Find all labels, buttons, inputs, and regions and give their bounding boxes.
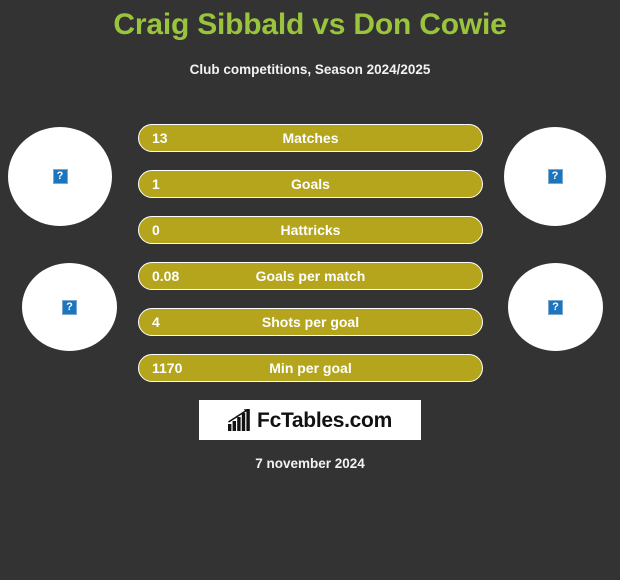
generated-date: 7 november 2024 <box>255 456 365 471</box>
broken-image-icon: ? <box>547 169 563 184</box>
stats-bar-list: 13 Matches 1 Goals 0 Hattricks 0.08 Goal… <box>138 124 483 400</box>
stat-label: Goals <box>291 176 330 192</box>
stat-row-shots-per-goal: 4 Shots per goal <box>138 308 483 336</box>
stat-row-goals: 1 Goals <box>138 170 483 198</box>
avatar-away-player: ? <box>504 127 606 226</box>
fctables-logo[interactable]: FcTables.com <box>199 400 421 440</box>
stat-label: Matches <box>282 130 339 146</box>
page-title: Craig Sibbald vs Don Cowie <box>113 8 507 41</box>
stat-label: Min per goal <box>269 360 352 376</box>
stat-row-hattricks: 0 Hattricks <box>138 216 483 244</box>
stat-label: Hattricks <box>280 222 341 238</box>
bar-chart-growth-icon <box>228 409 250 431</box>
stat-row-matches: 13 Matches <box>138 124 483 152</box>
stat-label: Shots per goal <box>261 314 360 330</box>
broken-image-icon: ? <box>62 299 77 315</box>
stat-row-min-per-goal: 1170 Min per goal <box>138 354 483 382</box>
page-subtitle: Club competitions, Season 2024/2025 <box>189 62 431 77</box>
fctables-logo-text: FcTables.com <box>257 408 392 432</box>
stat-row-goals-per-match: 0.08 Goals per match <box>138 262 483 290</box>
avatar-home-club: ? <box>22 263 117 351</box>
broken-image-icon: ? <box>52 169 68 184</box>
stat-label: Goals per match <box>255 268 366 284</box>
comparison-infographic: Craig Sibbald vs Don Cowie Club competit… <box>0 0 620 580</box>
broken-image-icon: ? <box>548 299 563 315</box>
avatar-away-club: ? <box>508 263 603 351</box>
avatar-home-player: ? <box>8 127 112 226</box>
